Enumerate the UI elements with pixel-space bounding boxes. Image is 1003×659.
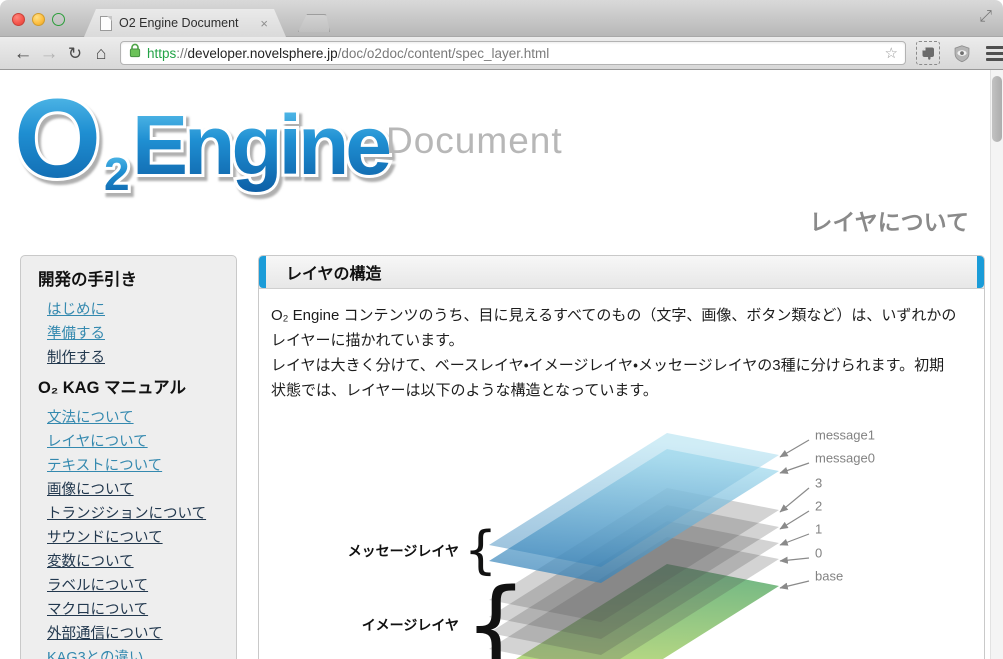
- section-title: レイヤの構造: [286, 266, 382, 283]
- address-bar[interactable]: https://developer.novelsphere.jp/doc/o2d…: [120, 41, 906, 65]
- browser-window: { "browser": { "tab_title": "O2 Engine D…: [0, 0, 1003, 659]
- sidebar-link[interactable]: マクロについて: [38, 598, 226, 622]
- brace-glyph: {: [464, 567, 528, 659]
- sidebar-section-heading: 開発の手引き: [38, 271, 137, 289]
- bookmark-star-icon[interactable]: ☆: [885, 44, 898, 62]
- section-header: レイヤの構造: [259, 256, 984, 289]
- layer-label: 0: [815, 546, 822, 561]
- sidebar-link[interactable]: レイヤについて: [38, 430, 226, 454]
- layer-label: 3: [815, 476, 822, 491]
- fullscreen-icon[interactable]: ⤢: [979, 8, 992, 26]
- page-favicon-icon: [100, 16, 112, 31]
- back-button[interactable]: ←: [10, 44, 36, 63]
- layer-group-label: イメージレイヤ: [362, 617, 459, 633]
- browser-menu-icon[interactable]: [986, 45, 1003, 61]
- browser-toolbar: ← → ↻ ⌂ https://developer.novelsphere.jp…: [0, 37, 1003, 70]
- url-path: /doc/o2doc/content/spec_layer.html: [337, 45, 550, 61]
- url-separator: ://: [176, 45, 188, 61]
- scrollbar-thumb[interactable]: [992, 76, 1002, 142]
- https-lock-icon: [129, 43, 141, 63]
- layer-arrow: [779, 462, 810, 474]
- o2-engine-logo: O 2 Engine: [14, 78, 396, 203]
- page-scrollbar[interactable]: [990, 70, 1003, 659]
- sidebar-link[interactable]: 制作する: [38, 346, 226, 370]
- sidebar-link[interactable]: ラベルについて: [38, 574, 226, 598]
- minimize-window-button[interactable]: [32, 13, 45, 26]
- main-content: レイヤの構造 O₂ Engine コンテンツのうち、目に見えるすべてのもの（文字…: [258, 255, 985, 659]
- sidebar-link[interactable]: KAG3との違い: [38, 646, 226, 659]
- layer-arrow: [779, 580, 810, 590]
- sidebar-nav: 開発の手引きはじめに 準備する 制作する O₂ KAG マニュアル文法について レイヤに…: [20, 255, 237, 659]
- home-button[interactable]: ⌂: [88, 44, 114, 62]
- content-body: O₂ Engine コンテンツのうち、目に見えるすべてのもの（文字、画像、ボタン…: [259, 289, 975, 403]
- browser-chrome: O2 Engine Document × ⤢ ← → ↻ ⌂ https://d…: [0, 0, 1003, 70]
- layer-label: 2: [815, 499, 822, 514]
- shield-eye-extension-icon[interactable]: [950, 41, 974, 65]
- layer-arrow: [779, 556, 810, 564]
- close-window-button[interactable]: [12, 13, 25, 26]
- logo-subscript: 2: [104, 148, 130, 200]
- url-domain: developer.novelsphere.jp: [187, 45, 338, 61]
- logo-letter-o: O: [14, 78, 101, 201]
- content-paragraph: レイヤは大きく分けて、ベースレイヤ・イメージレイヤ・メッセージレイヤの3種に分け…: [271, 357, 945, 399]
- zoom-window-button[interactable]: [52, 13, 65, 26]
- sidebar-link[interactable]: 準備する: [38, 322, 226, 346]
- tab-strip: O2 Engine Document × ⤢: [0, 0, 1003, 37]
- window-controls: [12, 13, 65, 26]
- page-viewport: O 2 Engine Document レイヤについて 開発の手引きはじめに 準備…: [0, 70, 1003, 659]
- sidebar-link[interactable]: テキストについて: [38, 454, 226, 478]
- layer-label: base: [815, 569, 843, 584]
- logo-document-word: Document: [386, 120, 563, 161]
- forward-button[interactable]: →: [36, 44, 62, 63]
- reload-button[interactable]: ↻: [62, 45, 88, 62]
- layer-arrow: [779, 533, 810, 546]
- new-tab-button[interactable]: [298, 14, 330, 32]
- layer-arrow: [779, 439, 810, 458]
- content-paragraph: O₂ Engine コンテンツのうち、目に見えるすべてのもの（文字、画像、ボタン…: [271, 307, 957, 349]
- sidebar-link[interactable]: 変数について: [38, 550, 226, 574]
- sidebar-link[interactable]: 文法について: [38, 406, 226, 430]
- layer-label: 1: [815, 522, 822, 537]
- sidebar-section-heading: O₂ KAG マニュアル: [38, 379, 187, 397]
- layer-arrow: [779, 510, 810, 530]
- evernote-extension-icon[interactable]: [916, 41, 940, 65]
- layer-structure-diagram: message1 message0 3 2 1 0 base メッセージレイヤ { イメージレイヤ…: [348, 428, 875, 659]
- logo-engine: Engine: [132, 98, 389, 192]
- page-title: レイヤについて: [809, 209, 969, 235]
- layer-arrow: [779, 487, 810, 513]
- sidebar-link[interactable]: トランジションについて: [38, 502, 226, 526]
- tab-title: O2 Engine Document: [119, 16, 239, 30]
- layer-group-label: メッセージレイヤ: [348, 543, 459, 559]
- url-text: https://developer.novelsphere.jp/doc/o2d…: [147, 46, 549, 61]
- sidebar-link[interactable]: 外部通信について: [38, 622, 226, 646]
- sidebar-link[interactable]: サウンドについて: [38, 526, 226, 550]
- sidebar-link[interactable]: はじめに: [38, 298, 226, 322]
- tab-close-icon[interactable]: ×: [260, 16, 268, 31]
- layer-label: message1: [815, 428, 875, 443]
- sidebar-link[interactable]: 画像について: [38, 478, 226, 502]
- layer-label: message0: [815, 451, 875, 466]
- browser-tab[interactable]: O2 Engine Document ×: [84, 9, 286, 37]
- url-scheme: https: [147, 45, 177, 61]
